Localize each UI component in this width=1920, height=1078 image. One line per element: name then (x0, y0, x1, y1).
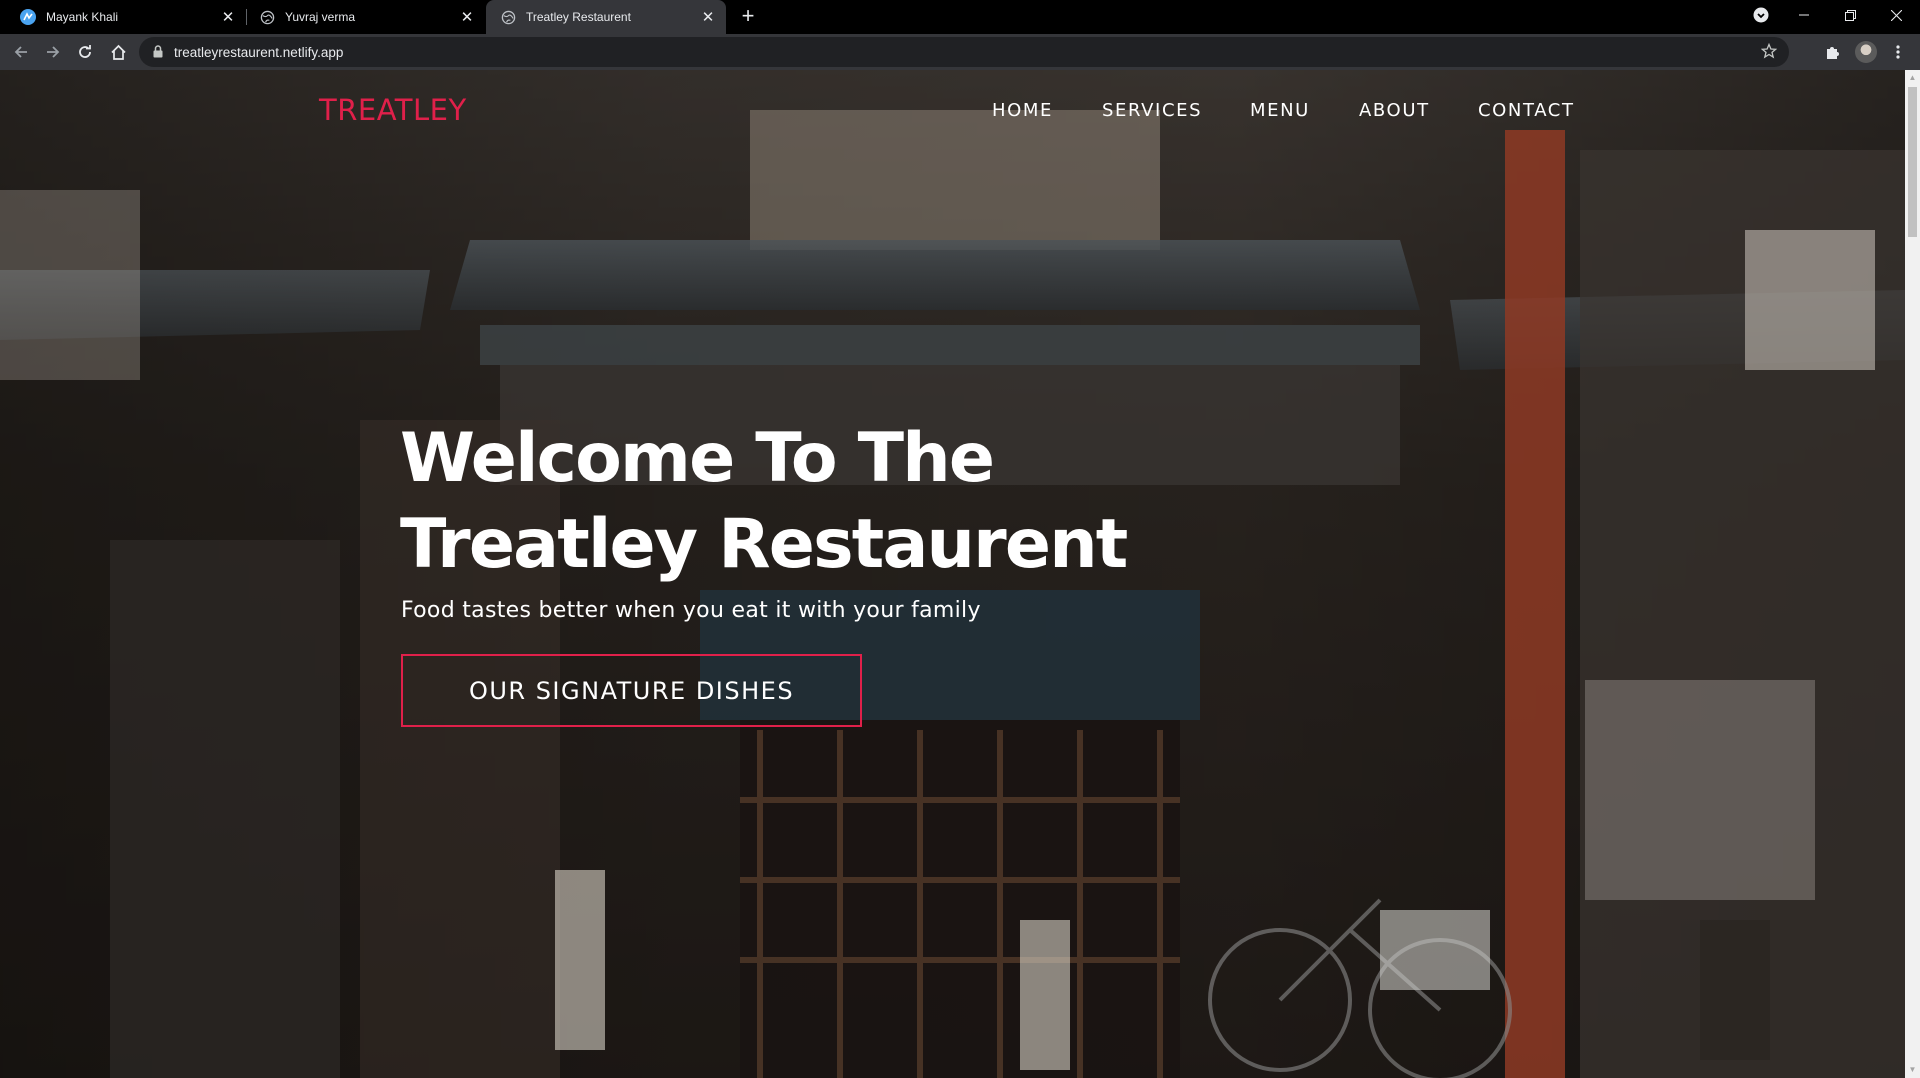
page-scrollbar[interactable]: ▲ ▼ (1905, 70, 1920, 1078)
nav-contact[interactable]: CONTACT (1478, 100, 1575, 121)
arrow-right-icon (47, 46, 60, 58)
tab-yuvraj-verma[interactable]: Yuvraj verma ✕ (247, 0, 485, 34)
close-window-button[interactable] (1873, 0, 1919, 30)
bookmark-star-icon[interactable] (1760, 42, 1778, 64)
reload-button[interactable] (73, 40, 97, 64)
globe-icon (500, 9, 516, 25)
minimize-button[interactable] (1781, 0, 1827, 30)
restore-button[interactable] (1827, 0, 1873, 30)
restore-icon (1844, 9, 1856, 21)
home-button[interactable] (106, 40, 130, 64)
lock-icon[interactable] (153, 45, 163, 63)
url-text[interactable]: treatleyrestaurent.netlify.app (174, 45, 343, 60)
back-button[interactable] (9, 40, 33, 64)
hero-title-line-1: Welcome To The (400, 419, 995, 498)
arrow-left-icon (14, 46, 27, 58)
extensions-button[interactable] (1821, 40, 1845, 64)
browser-menu-button[interactable] (1886, 40, 1910, 64)
tab-title: Mayank Khali (46, 10, 119, 24)
app-logo-icon (20, 9, 36, 25)
globe-icon (259, 9, 275, 25)
address-bar[interactable]: treatleyrestaurent.netlify.app (139, 37, 1789, 67)
signature-dishes-button[interactable]: OUR SIGNATURE DISHES (401, 654, 862, 727)
site-logo[interactable]: TREATLEY (319, 93, 467, 127)
puzzle-icon (1827, 47, 1839, 59)
close-icon (1890, 9, 1902, 21)
hero-title-line-2: Treatley Restaurent (400, 505, 1128, 584)
page-viewport: TREATLEY HOME SERVICES MENU ABOUT CONTAC… (0, 70, 1905, 1078)
nav-home[interactable]: HOME (992, 100, 1053, 121)
scroll-up-icon[interactable]: ▲ (1908, 73, 1917, 82)
scroll-down-icon[interactable]: ▼ (1908, 1065, 1917, 1074)
tab-mayank-khali[interactable]: Mayank Khali ✕ (8, 0, 246, 34)
close-icon[interactable]: ✕ (459, 9, 475, 26)
profile-avatar[interactable] (1855, 41, 1877, 63)
chevron-down-icon (1753, 7, 1769, 23)
new-tab-button[interactable]: + (736, 5, 760, 29)
close-icon[interactable]: ✕ (220, 9, 236, 26)
tab-title: Yuvraj verma (285, 10, 356, 24)
reload-icon (79, 45, 91, 58)
kebab-menu-icon (1896, 45, 1900, 59)
nav-about[interactable]: ABOUT (1359, 100, 1430, 121)
tab-title: Treatley Restaurent (526, 10, 631, 24)
minimize-icon (1799, 14, 1809, 16)
browser-toolbar: treatleyrestaurent.netlify.app (0, 34, 1920, 70)
close-icon[interactable]: ✕ (700, 9, 716, 26)
scrollbar-thumb[interactable] (1908, 87, 1917, 237)
tab-strip: Mayank Khali ✕ Yuvraj verma ✕ Treatley R… (0, 0, 1920, 34)
forward-button[interactable] (41, 40, 65, 64)
nav-menu[interactable]: MENU (1250, 100, 1310, 121)
hero-subtitle: Food tastes better when you eat it with … (401, 598, 981, 623)
nav-services[interactable]: SERVICES (1102, 100, 1202, 121)
tab-treatley-restaurent[interactable]: Treatley Restaurent ✕ (486, 0, 726, 34)
hero-title: Welcome To The Treatley Restaurent (400, 416, 1160, 588)
tab-search-button[interactable] (1738, 0, 1784, 30)
home-icon (110, 44, 126, 60)
